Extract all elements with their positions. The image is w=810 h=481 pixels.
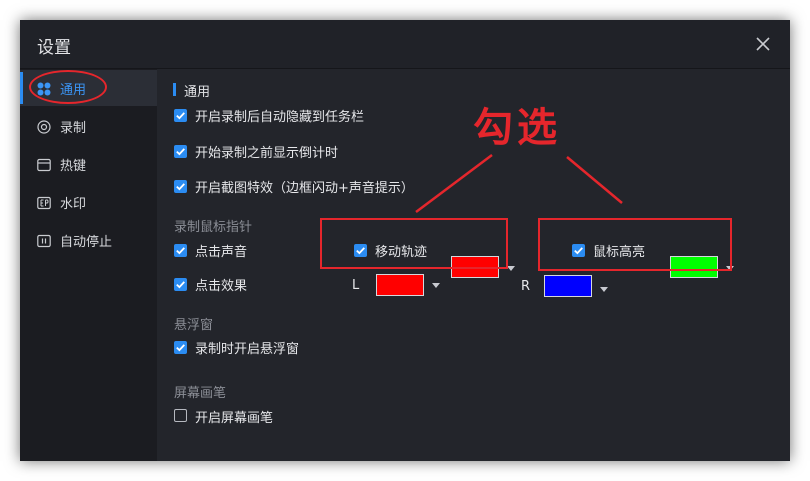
annotation-text: 勾选 <box>473 105 561 151</box>
annotation-arrows <box>415 154 623 213</box>
